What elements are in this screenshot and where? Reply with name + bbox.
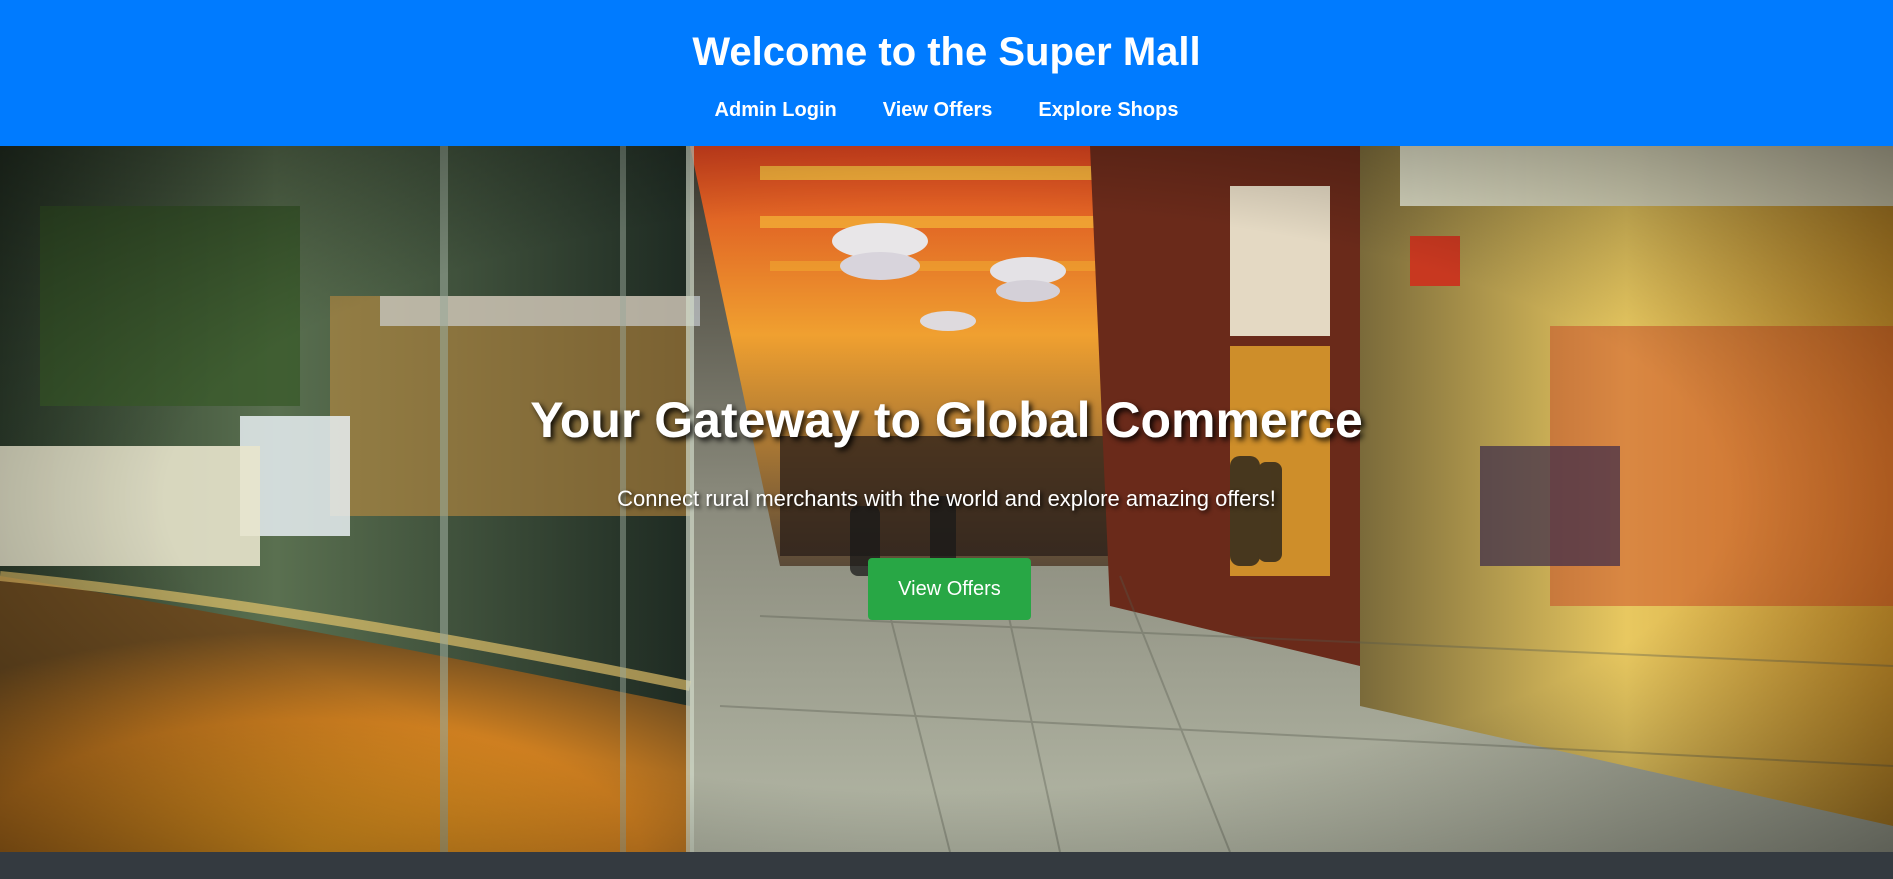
nav-explore-shops-link[interactable]: Explore Shops [1038, 96, 1178, 124]
hero-section: Your Gateway to Global Commerce Connect … [0, 146, 1893, 852]
site-header: Welcome to the Super Mall Admin Login Vi… [0, 0, 1893, 146]
nav-view-offers-link[interactable]: View Offers [883, 96, 993, 124]
site-footer [0, 852, 1893, 879]
main-nav: Admin Login View Offers Explore Shops [0, 96, 1893, 124]
nav-admin-login-link[interactable]: Admin Login [715, 96, 837, 124]
hero-heading: Your Gateway to Global Commerce [530, 392, 1363, 448]
site-title: Welcome to the Super Mall [692, 30, 1201, 74]
hero-content: Your Gateway to Global Commerce Connect … [0, 146, 1893, 852]
hero-subheading: Connect rural merchants with the world a… [617, 486, 1276, 511]
view-offers-button[interactable]: View Offers [868, 558, 1031, 620]
